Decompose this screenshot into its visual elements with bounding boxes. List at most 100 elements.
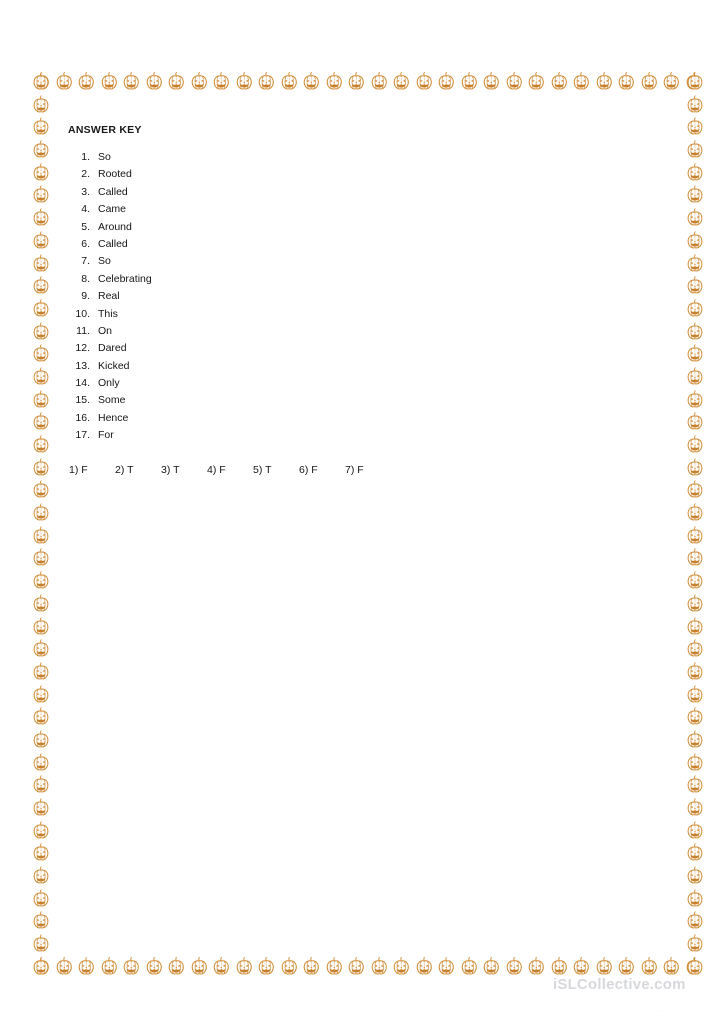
answer-number: 4.	[81, 203, 90, 216]
pumpkin-icon	[684, 820, 706, 843]
pumpkin-icon	[684, 479, 706, 502]
answer-number: 17.	[75, 429, 90, 442]
answer-word: Dared	[98, 342, 127, 355]
true-false-answer: 7) F	[345, 463, 364, 476]
pumpkin-icon	[480, 956, 503, 979]
pumpkin-icon	[684, 842, 706, 865]
pumpkin-icon	[684, 570, 706, 593]
true-false-answer: 6) F	[299, 463, 318, 476]
pumpkin-icon	[684, 343, 706, 366]
pumpkin-icon	[30, 842, 52, 865]
pumpkin-icon	[30, 956, 53, 979]
pumpkin-icon	[413, 71, 436, 94]
answer-number: 5.	[81, 220, 90, 233]
pumpkin-icon	[120, 71, 143, 94]
pumpkin-icon	[684, 797, 706, 820]
pumpkin-icon	[233, 956, 256, 979]
pumpkin-icon	[30, 706, 52, 729]
pumpkin-icon	[53, 956, 76, 979]
pumpkin-icon	[323, 71, 346, 94]
border-right	[684, 71, 706, 979]
pumpkin-icon	[30, 457, 52, 480]
pumpkin-icon	[30, 389, 52, 412]
pumpkin-icon	[684, 457, 706, 480]
answer-number: 7.	[81, 255, 90, 268]
pumpkin-icon	[210, 956, 233, 979]
answer-word: Some	[98, 394, 126, 407]
pumpkin-icon	[300, 71, 323, 94]
watermark: iSLCollective.com	[553, 976, 686, 993]
answer-list-item: 11. On	[58, 323, 658, 340]
pumpkin-icon	[525, 956, 548, 979]
page-title: ANSWER KEY	[68, 124, 142, 136]
pumpkin-icon	[503, 71, 526, 94]
answer-number: 13.	[75, 359, 90, 372]
answer-list-item: 2. Rooted	[58, 166, 658, 183]
corner-dot-mark: ·	[657, 1008, 659, 1014]
answer-word: For	[98, 429, 114, 442]
pumpkin-icon	[345, 71, 368, 94]
answer-list-item: 5. Around	[58, 219, 658, 236]
pumpkin-icon	[684, 525, 706, 548]
answer-list: 1. So 2. Rooted 3. Called 4. Came 5. Around 6. Call…	[58, 149, 658, 445]
pumpkin-icon	[615, 71, 638, 94]
pumpkin-icon	[684, 389, 706, 412]
answer-number: 8.	[81, 272, 90, 285]
pumpkin-icon	[30, 253, 52, 276]
pumpkin-icon	[30, 162, 52, 185]
pumpkin-icon	[120, 956, 143, 979]
pumpkin-icon	[684, 94, 706, 117]
pumpkin-icon	[30, 774, 52, 797]
pumpkin-icon	[30, 797, 52, 820]
answer-word: Real	[98, 290, 120, 303]
pumpkin-icon	[684, 207, 706, 230]
answer-word: Rooted	[98, 168, 132, 181]
pumpkin-icon	[30, 116, 52, 139]
answer-list-item: 3. Called	[58, 184, 658, 201]
answer-list-item: 14. Only	[58, 375, 658, 392]
pumpkin-icon	[30, 71, 53, 94]
pumpkin-icon	[165, 956, 188, 979]
worksheet-page: ANSWER KEY 1. So 2. Rooted 3. Called 4. Came 5. A…	[0, 0, 724, 1024]
pumpkin-icon	[593, 71, 616, 94]
answer-word: Called	[98, 237, 128, 250]
pumpkin-icon	[684, 684, 706, 707]
pumpkin-icon	[503, 956, 526, 979]
pumpkin-icon	[30, 570, 52, 593]
answer-word: Came	[98, 203, 127, 216]
answer-word: This	[98, 307, 118, 320]
pumpkin-icon	[684, 616, 706, 639]
pumpkin-icon	[684, 888, 706, 911]
pumpkin-icon	[278, 956, 301, 979]
answer-number: 3.	[81, 185, 90, 198]
pumpkin-icon	[683, 956, 706, 979]
answer-list-item: 17. For	[58, 427, 658, 444]
answer-list-item: 12. Dared	[58, 340, 658, 357]
pumpkin-icon	[255, 71, 278, 94]
pumpkin-icon	[368, 71, 391, 94]
answer-list-item: 7. So	[58, 253, 658, 270]
pumpkin-icon	[684, 865, 706, 888]
pumpkin-icon	[210, 71, 233, 94]
pumpkin-icon	[684, 910, 706, 933]
pumpkin-icon	[30, 366, 52, 389]
pumpkin-icon	[30, 139, 52, 162]
answer-list-item: 9. Real	[58, 288, 658, 305]
pumpkin-icon	[165, 71, 188, 94]
answer-word: So	[98, 255, 111, 268]
answer-number: 10.	[75, 307, 90, 320]
pumpkin-icon	[684, 774, 706, 797]
pumpkin-icon	[638, 71, 661, 94]
pumpkin-icon	[30, 411, 52, 434]
answer-number: 11.	[76, 324, 90, 337]
answer-list-item: 8. Celebrating	[58, 271, 658, 288]
pumpkin-icon	[458, 956, 481, 979]
pumpkin-icon	[525, 71, 548, 94]
pumpkin-icon	[684, 71, 706, 94]
pumpkin-icon	[684, 366, 706, 389]
answer-list-item: 10. This	[58, 306, 658, 323]
pumpkin-icon	[30, 525, 52, 548]
answer-list-item: 15. Some	[58, 392, 658, 409]
pumpkin-icon	[30, 593, 52, 616]
pumpkin-icon	[683, 71, 706, 94]
